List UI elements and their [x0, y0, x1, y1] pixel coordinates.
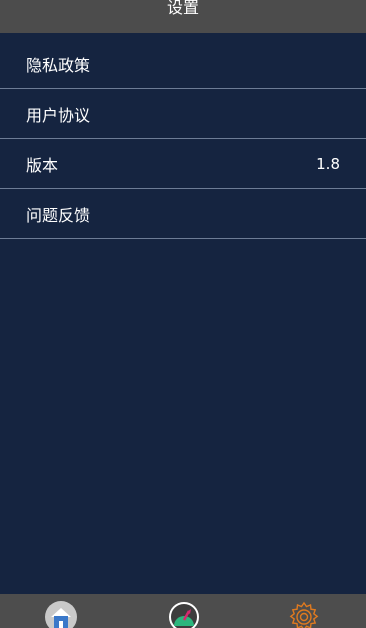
version-value: 1.8 — [316, 154, 340, 173]
tab-speedometer[interactable] — [167, 600, 201, 628]
menu-item-label: 隐私政策 — [26, 55, 91, 75]
bottom-tab-bar — [0, 594, 366, 628]
home-icon — [44, 600, 78, 628]
top-bar: 设置 — [0, 0, 366, 33]
menu-item-feedback[interactable]: 问题反馈 — [0, 189, 366, 239]
gear-icon — [287, 600, 321, 628]
tab-home[interactable] — [44, 600, 78, 628]
speedometer-icon — [167, 600, 201, 628]
settings-list: 隐私政策 用户协议 版本 1.8 问题反馈 — [0, 39, 366, 239]
tab-settings[interactable] — [287, 600, 321, 628]
menu-item-user-agreement[interactable]: 用户协议 — [0, 89, 366, 139]
menu-item-label: 问题反馈 — [26, 205, 91, 225]
menu-item-version[interactable]: 版本 1.8 — [0, 139, 366, 189]
menu-item-privacy-policy[interactable]: 隐私政策 — [0, 39, 366, 89]
menu-item-label: 用户协议 — [26, 105, 91, 125]
menu-item-label: 版本 — [26, 155, 59, 175]
page-title: 设置 — [166, 0, 199, 17]
